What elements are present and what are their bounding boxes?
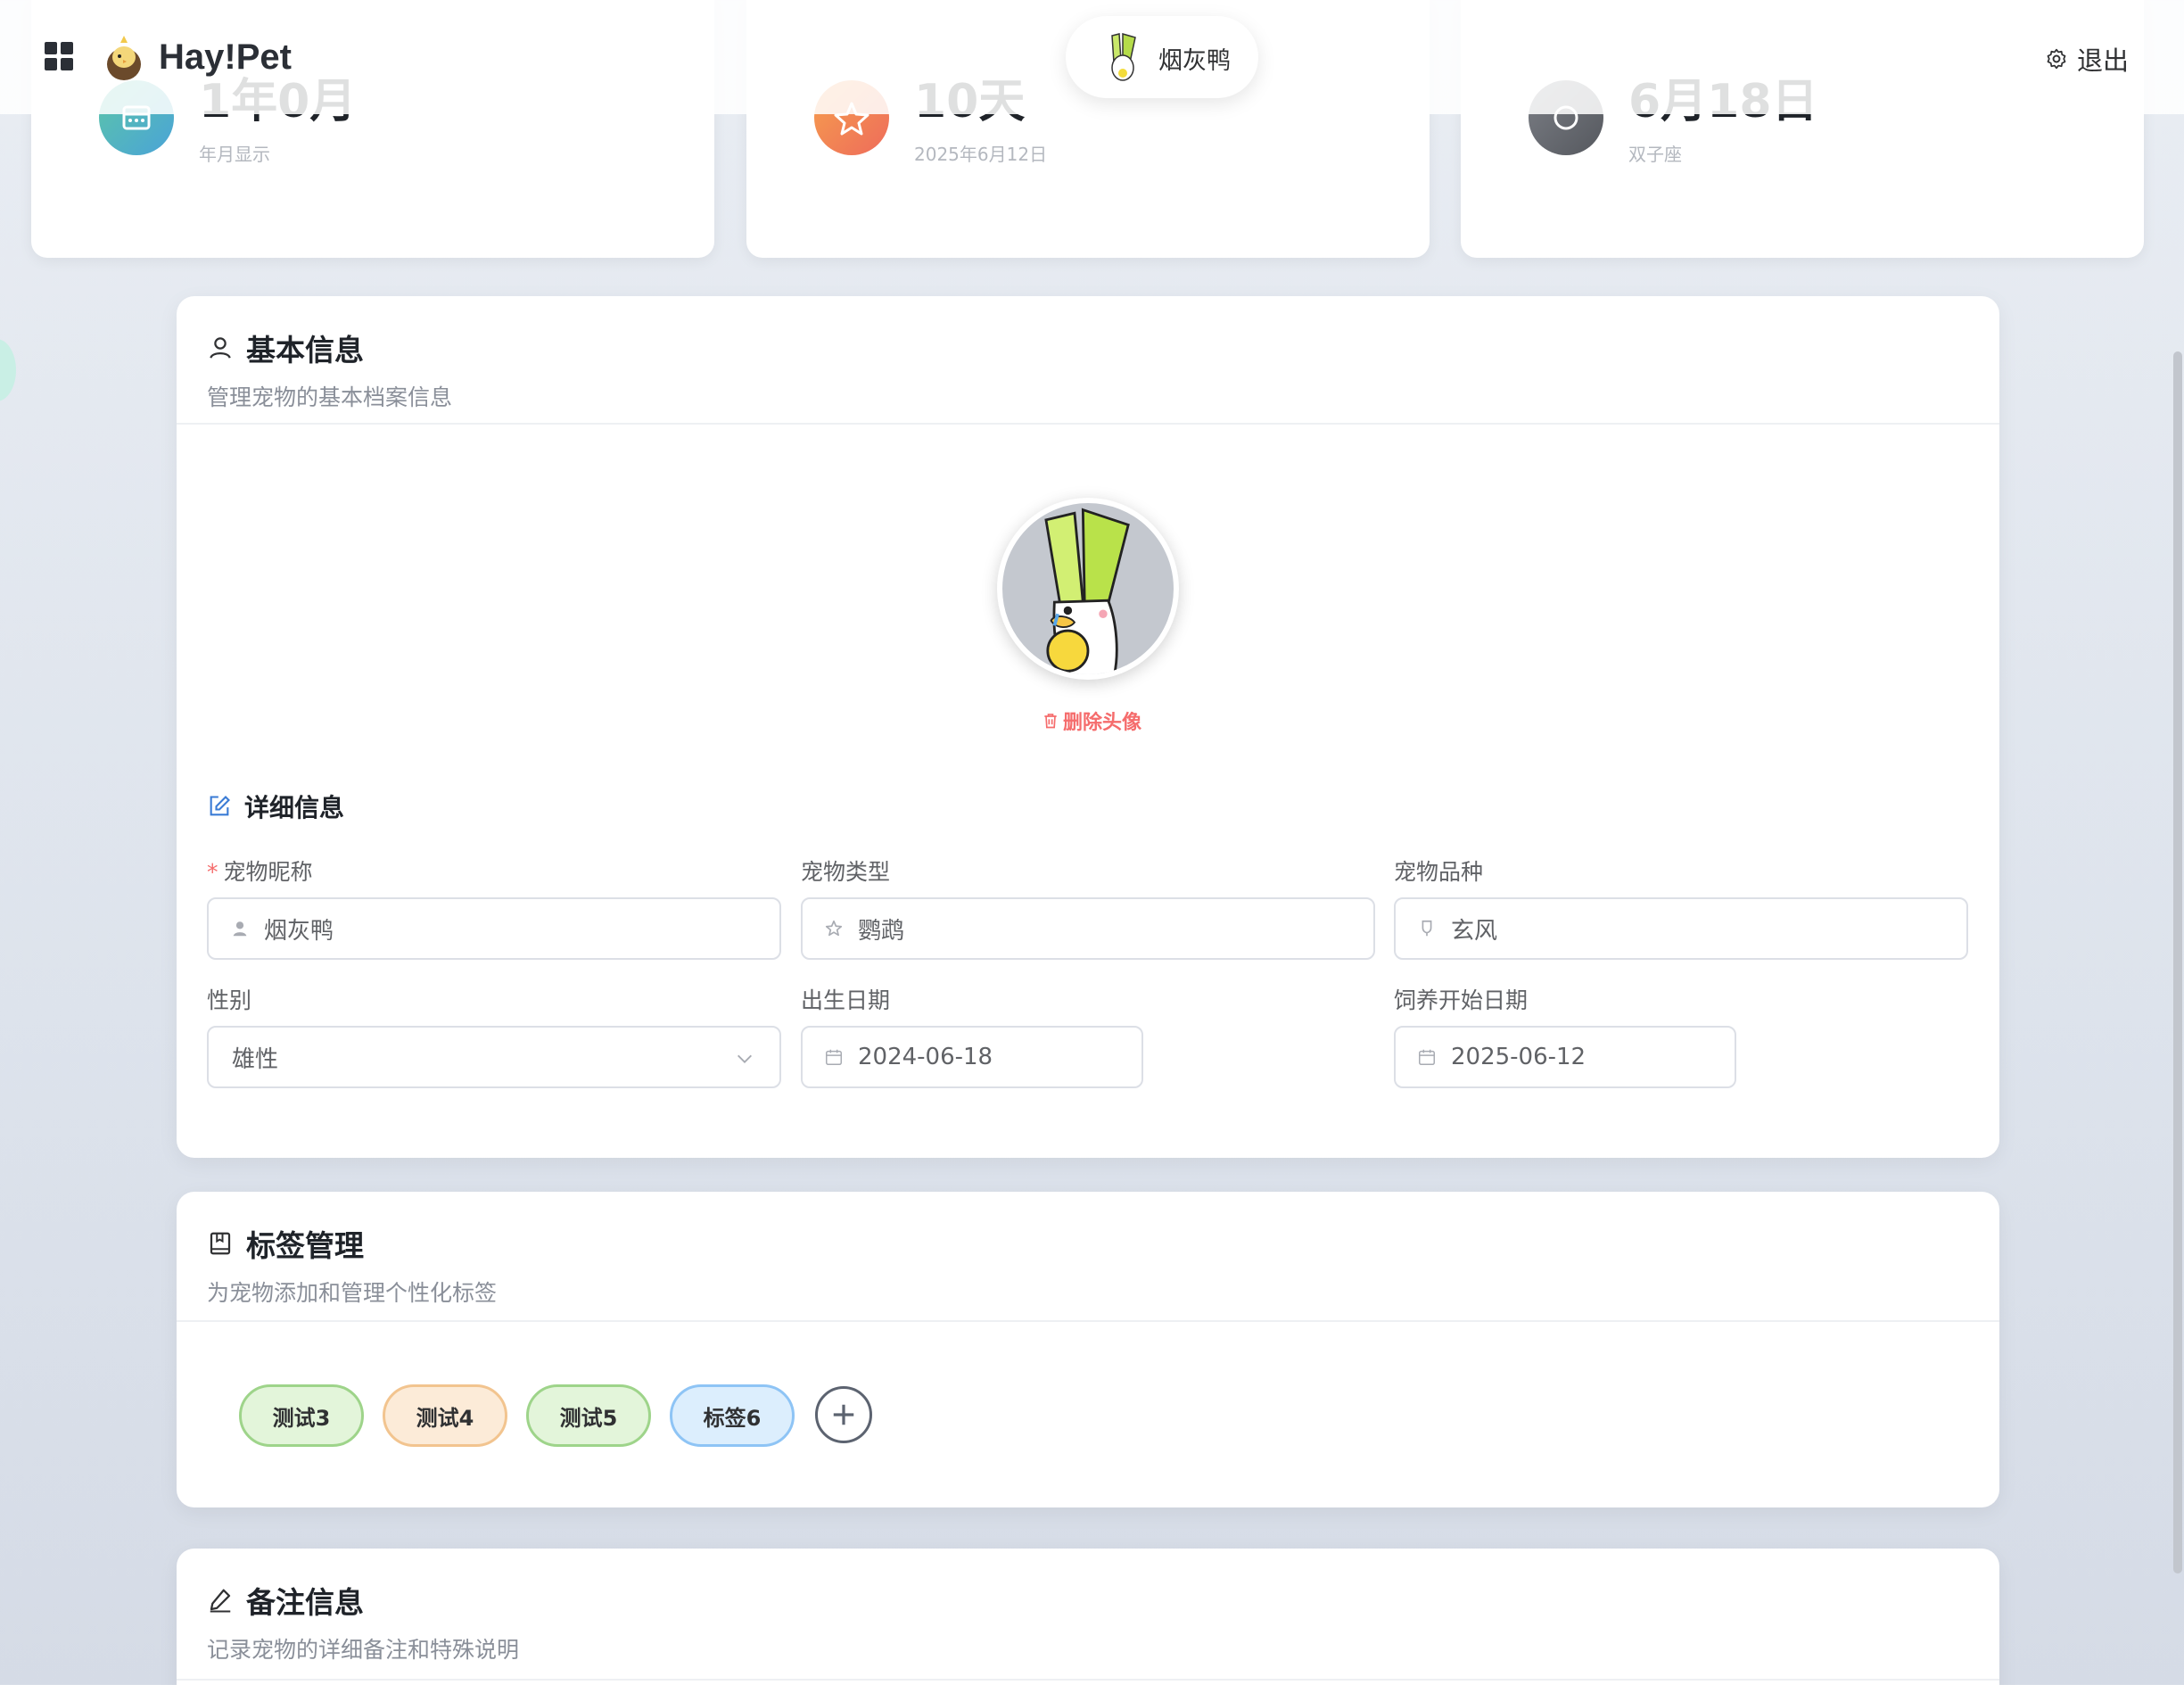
breed-input[interactable]: 玄风	[1394, 897, 1968, 960]
logo-bird-icon	[107, 36, 141, 80]
tags-card: 标签管理 为宠物添加和管理个性化标签 测试3 测试4 测试5 标签6	[177, 1192, 1999, 1507]
top-header: Hay!Pet 烟灰鸭 退出	[0, 0, 2184, 114]
tags-title: 标签管理	[246, 1228, 364, 1263]
birth-date-value: 2024-06-18	[858, 1044, 993, 1070]
birth-date-picker[interactable]: 2024-06-18	[801, 1026, 1143, 1088]
calendar-icon	[1419, 1049, 1435, 1065]
edit-icon	[210, 796, 230, 816]
pet-avatar[interactable]	[997, 498, 1179, 680]
tags-desc: 为宠物添加和管理个性化标签	[207, 1280, 498, 1306]
stat-sub: 2025年6月12日	[914, 144, 1048, 165]
notes-title: 备注信息	[246, 1585, 364, 1620]
pet-avatar-thumb	[1111, 33, 1136, 81]
nickname-value: 烟灰鸭	[264, 917, 334, 945]
birth-date-label: 出生日期	[801, 987, 891, 1013]
basic-info-title: 基本信息	[246, 333, 364, 368]
current-pet-switcher[interactable]: 烟灰鸭	[1066, 16, 1258, 98]
calendar-icon	[826, 1049, 842, 1065]
notes-card: 备注信息 记录宠物的详细备注和特殊说明	[177, 1549, 1999, 1685]
gender-value: 雄性	[232, 1045, 279, 1073]
breed-label: 宠物品种	[1394, 859, 1484, 885]
pet-type-value: 鹦鹉	[858, 917, 905, 945]
start-date-label: 饲养开始日期	[1394, 987, 1529, 1013]
pet-type-label: 宠物类型	[801, 859, 891, 885]
tag-chip[interactable]: 测试5	[526, 1384, 651, 1447]
detail-info-title: 详细信息	[244, 793, 345, 822]
basic-info-desc: 管理宠物的基本档案信息	[207, 384, 453, 410]
pet-type-input[interactable]: 鹦鹉	[801, 897, 1375, 960]
trash-icon	[1044, 714, 1057, 729]
basic-info-card: 基本信息 管理宠物的基本档案信息 删除头像 详细信息 * 宠物昵称 烟灰鸭 宠物类…	[177, 296, 1999, 1158]
brand-name[interactable]: Hay!Pet	[159, 37, 292, 78]
nickname-label: * 宠物昵称	[207, 859, 313, 885]
apps-grid-icon[interactable]	[45, 42, 75, 72]
breed-value: 玄风	[1451, 917, 1498, 945]
side-float-indicator	[0, 339, 16, 401]
current-pet-name: 烟灰鸭	[1158, 47, 1231, 75]
chevron-down-icon	[738, 1054, 752, 1063]
delete-avatar-label: 删除头像	[1063, 712, 1142, 734]
start-date-picker[interactable]: 2025-06-12	[1394, 1026, 1736, 1088]
delete-avatar-button[interactable]: 删除头像	[1042, 706, 1141, 735]
logout-button[interactable]: 退出	[2045, 41, 2129, 77]
tag-chip[interactable]: 测试4	[383, 1384, 507, 1447]
gender-label: 性别	[207, 987, 252, 1013]
stat-sub: 年月显示	[199, 144, 270, 165]
gear-icon	[2047, 48, 2066, 70]
scrollbar-thumb[interactable]	[2173, 351, 2182, 1573]
tag-chip[interactable]: 标签6	[670, 1384, 795, 1447]
scrollbar[interactable]	[2172, 114, 2184, 1685]
user-icon	[210, 337, 231, 359]
user-icon	[233, 921, 247, 937]
notes-desc: 记录宠物的详细备注和特殊说明	[207, 1637, 520, 1663]
start-date-value: 2025-06-12	[1451, 1044, 1586, 1070]
tag-chip[interactable]: 测试3	[239, 1384, 364, 1447]
logout-label: 退出	[2076, 45, 2129, 76]
book-icon	[210, 1232, 231, 1255]
plus-icon	[833, 1404, 854, 1425]
stat-sub: 双子座	[1628, 144, 1682, 165]
star-outline-icon	[825, 920, 843, 937]
cup-icon	[1422, 920, 1432, 937]
gender-select[interactable]: 雄性	[207, 1026, 781, 1088]
add-tag-button[interactable]	[815, 1386, 872, 1443]
pen-icon	[210, 1589, 231, 1613]
nickname-input[interactable]: 烟灰鸭	[207, 897, 781, 960]
